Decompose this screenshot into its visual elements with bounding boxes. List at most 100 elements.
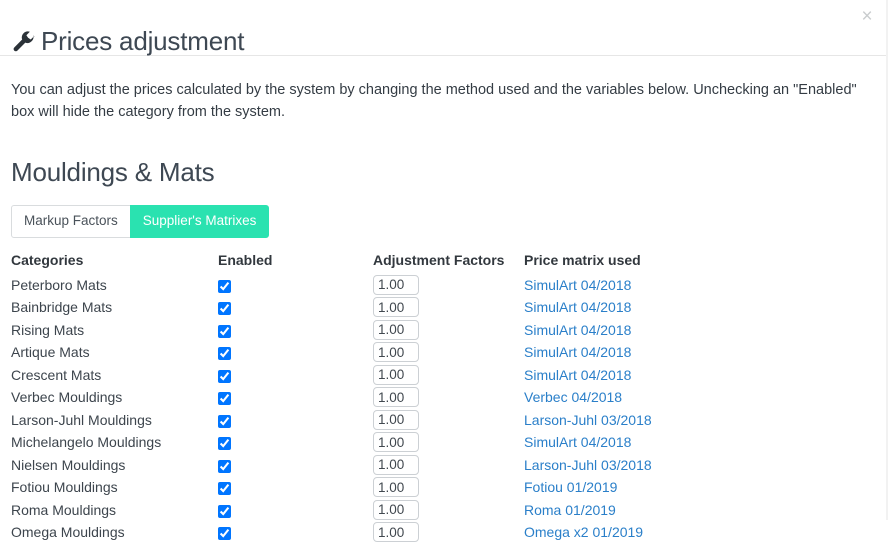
enabled-cell bbox=[218, 476, 373, 499]
category-label: Bainbridge Mats bbox=[11, 299, 113, 316]
adjustment-factor-input[interactable] bbox=[373, 477, 419, 498]
prices-adjustment-modal: Prices adjustment × You can adjust the p… bbox=[0, 0, 888, 543]
price-matrix-link[interactable]: Larson-Juhl 03/2018 bbox=[524, 457, 652, 473]
tab-bar: Markup Factors Supplier's Matrixes bbox=[11, 205, 877, 238]
adjustment-factor-input[interactable] bbox=[373, 364, 419, 385]
category-label: Omega Mouldings bbox=[11, 524, 125, 541]
adjustment-factor-input[interactable] bbox=[373, 297, 419, 318]
category-label: Crescent Mats bbox=[11, 366, 102, 383]
adjustment-factor-cell bbox=[373, 476, 524, 499]
adjustment-factor-cell bbox=[373, 341, 524, 364]
category-label: Nielsen Mouldings bbox=[11, 456, 126, 473]
adjustment-factor-input[interactable] bbox=[373, 342, 419, 363]
adjustment-factor-cell bbox=[373, 521, 524, 544]
category-label: Artique Mats bbox=[11, 344, 90, 361]
price-matrix-cell: SimulArt 04/2018 bbox=[524, 319, 888, 342]
price-matrix-link[interactable]: Roma 01/2019 bbox=[524, 502, 616, 518]
table-row: Peterboro Mats SimulArt 04/2018 bbox=[11, 274, 888, 297]
enabled-checkbox[interactable] bbox=[218, 324, 231, 338]
enabled-checkbox[interactable] bbox=[218, 527, 231, 541]
adjustment-factor-input[interactable] bbox=[373, 522, 419, 543]
table-row: Fotiou Mouldings Fotiou 01/2019 bbox=[11, 476, 888, 499]
adjustment-factor-cell bbox=[373, 386, 524, 409]
enabled-cell bbox=[218, 274, 373, 297]
page-title-text: Prices adjustment bbox=[41, 26, 245, 57]
enabled-cell bbox=[218, 454, 373, 477]
adjustment-factor-input[interactable] bbox=[373, 454, 419, 475]
table-row: Artique Mats SimulArt 04/2018 bbox=[11, 341, 888, 364]
adjustment-factor-cell bbox=[373, 409, 524, 432]
adjustment-factor-cell bbox=[373, 274, 524, 297]
category-label: Fotiou Mouldings bbox=[11, 479, 118, 496]
enabled-cell bbox=[218, 431, 373, 454]
enabled-checkbox[interactable] bbox=[218, 459, 231, 473]
price-matrix-link[interactable]: SimulArt 04/2018 bbox=[524, 322, 631, 338]
price-matrix-link[interactable]: SimulArt 04/2018 bbox=[524, 434, 631, 450]
close-icon[interactable]: × bbox=[856, 6, 878, 28]
category-label: Rising Mats bbox=[11, 321, 85, 338]
enabled-cell bbox=[218, 296, 373, 319]
enabled-checkbox[interactable] bbox=[218, 302, 231, 316]
column-header-enabled: Enabled bbox=[218, 251, 273, 268]
price-matrix-link[interactable]: Fotiou 01/2019 bbox=[524, 479, 617, 495]
adjustment-factor-cell bbox=[373, 454, 524, 477]
adjustment-factor-cell bbox=[373, 431, 524, 454]
price-matrix-cell: SimulArt 04/2018 bbox=[524, 364, 888, 387]
enabled-checkbox[interactable] bbox=[218, 279, 231, 293]
table-row: Omega Mouldings Omega x2 01/2019 bbox=[11, 521, 888, 544]
price-matrix-cell: Verbec 04/2018 bbox=[524, 386, 888, 409]
enabled-cell bbox=[218, 499, 373, 522]
adjustment-factor-cell bbox=[373, 499, 524, 522]
price-matrix-link[interactable]: Omega x2 01/2019 bbox=[524, 524, 643, 540]
table-row: Rising Mats SimulArt 04/2018 bbox=[11, 319, 888, 342]
price-matrix-link[interactable]: SimulArt 04/2018 bbox=[524, 367, 631, 383]
price-matrix-link[interactable]: Verbec 04/2018 bbox=[524, 389, 622, 405]
price-matrix-cell: Fotiou 01/2019 bbox=[524, 476, 888, 499]
table-row: Roma Mouldings Roma 01/2019 bbox=[11, 499, 888, 522]
price-matrix-link[interactable]: SimulArt 04/2018 bbox=[524, 277, 631, 293]
price-matrix-link[interactable]: SimulArt 04/2018 bbox=[524, 344, 631, 360]
enabled-checkbox[interactable] bbox=[218, 414, 231, 428]
tab-markup-factors[interactable]: Markup Factors bbox=[11, 205, 131, 238]
column-header-price-matrix-used: Price matrix used bbox=[524, 251, 641, 268]
enabled-checkbox[interactable] bbox=[218, 504, 231, 518]
enabled-checkbox[interactable] bbox=[218, 369, 231, 383]
price-matrix-cell: Roma 01/2019 bbox=[524, 499, 888, 522]
table-header-row: Categories Enabled Adjustment Factors Pr… bbox=[11, 252, 888, 274]
price-matrix-link[interactable]: Larson-Juhl 03/2018 bbox=[524, 412, 652, 428]
enabled-cell bbox=[218, 386, 373, 409]
category-label: Roma Mouldings bbox=[11, 501, 117, 518]
category-label: Peterboro Mats bbox=[11, 276, 107, 293]
table-body: Peterboro MatsSimulArt 04/2018Bainbridge… bbox=[11, 274, 888, 544]
enabled-checkbox[interactable] bbox=[218, 392, 231, 406]
prices-table: Categories Enabled Adjustment Factors Pr… bbox=[11, 252, 888, 544]
adjustment-factor-input[interactable] bbox=[373, 499, 419, 520]
adjustment-factor-cell bbox=[373, 319, 524, 342]
adjustment-factor-input[interactable] bbox=[373, 409, 419, 430]
table-row: Nielsen Mouldings Larson-Juhl 03/2018 bbox=[11, 454, 888, 477]
column-header-adjustment-factors: Adjustment Factors bbox=[373, 251, 505, 268]
adjustment-factor-input[interactable] bbox=[373, 432, 419, 453]
tab-suppliers-matrixes[interactable]: Supplier's Matrixes bbox=[129, 205, 270, 238]
enabled-checkbox[interactable] bbox=[218, 347, 231, 361]
adjustment-factor-input[interactable] bbox=[373, 274, 419, 295]
enabled-checkbox[interactable] bbox=[218, 482, 231, 496]
enabled-cell bbox=[218, 364, 373, 387]
table-row: Larson-Juhl Mouldings Larson-Juhl 03/2018 bbox=[11, 409, 888, 432]
enabled-cell bbox=[218, 319, 373, 342]
enabled-checkbox[interactable] bbox=[218, 437, 231, 451]
price-matrix-cell: SimulArt 04/2018 bbox=[524, 431, 888, 454]
adjustment-factor-input[interactable] bbox=[373, 319, 419, 340]
price-matrix-cell: SimulArt 04/2018 bbox=[524, 341, 888, 364]
page-title: Prices adjustment bbox=[11, 26, 244, 57]
adjustment-factor-input[interactable] bbox=[373, 387, 419, 408]
price-matrix-link[interactable]: SimulArt 04/2018 bbox=[524, 299, 631, 315]
adjustment-factor-cell bbox=[373, 364, 524, 387]
category-label: Larson-Juhl Mouldings bbox=[11, 411, 152, 428]
price-matrix-cell: Larson-Juhl 03/2018 bbox=[524, 409, 888, 432]
enabled-cell bbox=[218, 341, 373, 364]
table-row: Michelangelo Mouldings SimulArt 04/2018 bbox=[11, 431, 888, 454]
column-header-categories: Categories bbox=[11, 251, 84, 268]
enabled-cell bbox=[218, 409, 373, 432]
table-row: Bainbridge Mats SimulArt 04/2018 bbox=[11, 296, 888, 319]
